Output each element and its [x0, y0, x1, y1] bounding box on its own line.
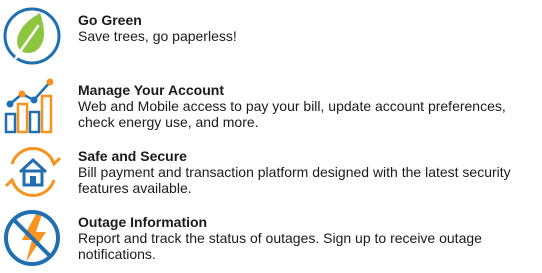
feature-title: Go Green	[78, 12, 142, 28]
feature-outage-information: Outage Information Report and track the …	[0, 206, 542, 268]
feature-description: Bill payment and transaction platform de…	[78, 164, 511, 196]
feature-title: Manage Your Account	[78, 82, 224, 98]
feature-title: Outage Information	[78, 214, 208, 230]
feature-description: Web and Mobile access to pay your bill, …	[78, 98, 506, 130]
feature-safe-secure: Safe and Secure Bill payment and transac…	[0, 140, 542, 202]
feature-go-green: Go Green Save trees, go paperless!	[0, 0, 542, 66]
feature-description: Report and track the status of outages. …	[78, 230, 482, 262]
feature-manage-account: Manage Your Account Web and Mobile acces…	[0, 70, 542, 136]
feature-description: Save trees, go paperless!	[78, 28, 237, 44]
bar-chart-icon	[2, 74, 66, 134]
secure-home-icon	[2, 142, 66, 202]
outage-lightning-icon	[2, 208, 66, 268]
feature-title: Safe and Secure	[78, 148, 187, 164]
leaf-icon	[2, 6, 66, 66]
